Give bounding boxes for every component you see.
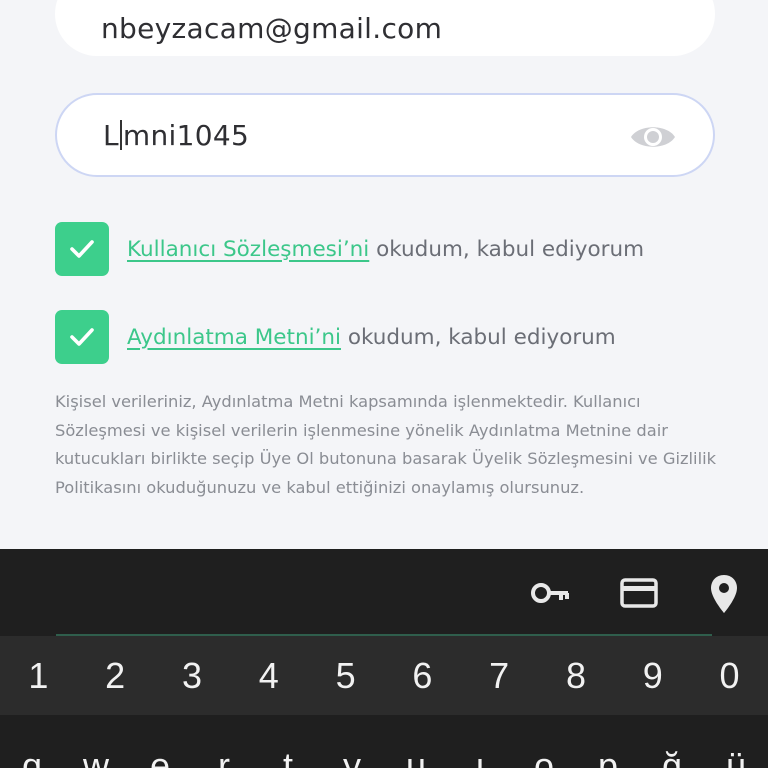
text-caret xyxy=(119,120,122,150)
key-t[interactable]: t xyxy=(256,715,320,768)
checkmark-icon xyxy=(70,240,94,258)
password-field[interactable]: Lmni1045 xyxy=(55,93,715,177)
key-5[interactable]: 5 xyxy=(307,636,384,715)
key-g-breve[interactable]: ğ xyxy=(640,715,704,768)
eye-icon[interactable] xyxy=(629,121,677,153)
key-1[interactable]: 1 xyxy=(0,636,77,715)
password-value: Lmni1045 xyxy=(103,95,249,175)
key-3[interactable]: 3 xyxy=(154,636,231,715)
letter-row: q w e r t y u ı o p ğ ü xyxy=(0,715,768,768)
soft-keyboard: 1 2 3 4 5 6 7 8 9 0 q w e r t y u ı o p … xyxy=(0,549,768,768)
privacy-agreement-row: Aydınlatma Metni’ni okudum, kabul ediyor… xyxy=(55,310,616,364)
key-icon[interactable] xyxy=(530,573,572,613)
privacy-checkbox[interactable] xyxy=(55,310,109,364)
key-0[interactable]: 0 xyxy=(691,636,768,715)
key-o[interactable]: o xyxy=(512,715,576,768)
password-text-end: mni1045 xyxy=(122,118,250,152)
terms-checkbox[interactable] xyxy=(55,222,109,276)
email-value: nbeyzacam@gmail.com xyxy=(101,11,443,45)
autofill-bar xyxy=(0,549,768,635)
key-e[interactable]: e xyxy=(128,715,192,768)
key-u[interactable]: u xyxy=(384,715,448,768)
key-u-umlaut[interactable]: ü xyxy=(704,715,768,768)
card-icon[interactable] xyxy=(620,573,658,613)
key-6[interactable]: 6 xyxy=(384,636,461,715)
key-r[interactable]: r xyxy=(192,715,256,768)
privacy-agreement-text: Aydınlatma Metni’ni okudum, kabul ediyor… xyxy=(127,325,616,350)
privacy-notice-link[interactable]: Aydınlatma Metni’ni xyxy=(127,325,341,350)
key-y[interactable]: y xyxy=(320,715,384,768)
email-field[interactable]: nbeyzacam@gmail.com xyxy=(55,0,715,56)
number-row: 1 2 3 4 5 6 7 8 9 0 xyxy=(0,636,768,715)
key-4[interactable]: 4 xyxy=(230,636,307,715)
privacy-suffix: okudum, kabul ediyorum xyxy=(341,324,616,350)
password-text-start: L xyxy=(103,118,119,152)
key-7[interactable]: 7 xyxy=(461,636,538,715)
key-dotless-i[interactable]: ı xyxy=(448,715,512,768)
key-9[interactable]: 9 xyxy=(614,636,691,715)
location-pin-icon[interactable] xyxy=(708,573,740,615)
key-2[interactable]: 2 xyxy=(77,636,154,715)
checkmark-icon xyxy=(70,328,94,346)
key-8[interactable]: 8 xyxy=(538,636,615,715)
key-w[interactable]: w xyxy=(64,715,128,768)
terms-agreement-row: Kullanıcı Sözleşmesi’ni okudum, kabul ed… xyxy=(55,222,644,276)
key-p[interactable]: p xyxy=(576,715,640,768)
terms-link[interactable]: Kullanıcı Sözleşmesi’ni xyxy=(127,237,369,262)
consent-info-text: Kişisel verileriniz, Aydınlatma Metni ka… xyxy=(55,392,717,497)
key-q[interactable]: q xyxy=(0,715,64,768)
terms-agreement-text: Kullanıcı Sözleşmesi’ni okudum, kabul ed… xyxy=(127,237,644,262)
terms-suffix: okudum, kabul ediyorum xyxy=(369,236,645,262)
